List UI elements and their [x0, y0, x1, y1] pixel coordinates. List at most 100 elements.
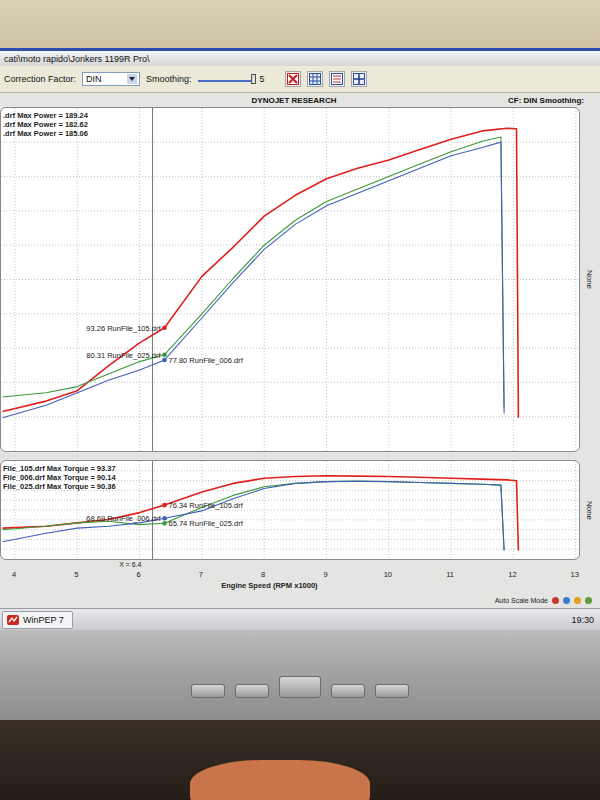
cursor-marker — [162, 352, 167, 357]
legend-entry: .drf Max Power = 189.24 — [3, 111, 89, 120]
taskbar: WinPEP 7 19:30 — [0, 608, 600, 631]
grid-line — [1, 279, 579, 280]
dropdown-arrow-icon — [127, 74, 137, 84]
grid-line — [513, 108, 514, 451]
legend-entry: .drf Max Power = 182.62 — [3, 120, 88, 129]
torque-curve — [3, 476, 519, 551]
grid-line — [1, 529, 579, 530]
marker-label: 77.80 RunFile_006.drf — [169, 356, 244, 365]
tray-dot-icon — [585, 597, 592, 604]
torque-chart: 76.34 RunFile_105.drf65.74 RunFile_025.d… — [0, 460, 580, 560]
torque-row: 76.34 RunFile_105.drf65.74 RunFile_025.d… — [0, 460, 600, 560]
correction-factor-label: Correction Factor: — [4, 74, 76, 84]
grid-line — [139, 108, 140, 451]
chart-title: DYNOJET RESEARCH — [252, 96, 337, 105]
run-list-icon — [331, 73, 343, 85]
x-axis: X = 6.445678910111213Engine Speed (RPM x… — [0, 560, 580, 592]
cursor-line[interactable] — [152, 108, 153, 451]
x-tick-label: 6 — [137, 570, 141, 579]
grid-line — [1, 313, 579, 314]
marker-label: 68.69 RunFile_006.drf — [86, 514, 161, 523]
smoothing-slider[interactable] — [198, 73, 254, 85]
x-tick-label: 7 — [199, 570, 203, 579]
grid-line — [201, 108, 202, 451]
grid-line — [513, 461, 514, 559]
grid-line — [1, 142, 579, 143]
correction-factor-select[interactable]: DIN — [82, 72, 140, 86]
cursor-line[interactable] — [152, 461, 153, 559]
monitor-button[interactable] — [235, 684, 269, 698]
monitor-screen: cati\moto rapido\Jonkers 1199R Pro\ Corre… — [0, 48, 600, 630]
grid-line — [15, 108, 16, 451]
x-tick-label: 13 — [571, 570, 579, 579]
tray-dot-icon — [574, 597, 581, 604]
tray-dot-icon — [552, 597, 559, 604]
smoothing-label: Smoothing: — [146, 74, 192, 84]
winpep-task-button[interactable]: WinPEP 7 — [2, 611, 73, 629]
marker-label: 93.26 RunFile_105.drf — [86, 324, 161, 333]
x-tick-label: 11 — [446, 570, 454, 579]
grid-line — [264, 461, 265, 559]
grid-line — [575, 108, 576, 451]
window-title: cati\moto rapido\Jonkers 1199R Pro\ — [4, 54, 149, 64]
x-axis-row: X = 6.445678910111213Engine Speed (RPM x… — [0, 560, 600, 592]
grid-table-button[interactable] — [307, 71, 323, 87]
auto-scale-mode: Auto Scale Mode — [495, 597, 548, 604]
x-tick-label: 9 — [323, 570, 327, 579]
crosshair-button[interactable] — [351, 71, 367, 87]
monitor-button[interactable] — [331, 684, 365, 698]
grid-line — [1, 210, 579, 211]
x-axis-title: Engine Speed (RPM x1000) — [221, 581, 318, 590]
toolbar: Correction Factor: DIN Smoothing: 5 — [0, 66, 600, 93]
legend-entry: .drf Max Power = 185.06 — [3, 129, 88, 138]
grid-line — [1, 510, 579, 511]
monitor-button[interactable] — [279, 676, 321, 698]
x-tick-label: 8 — [261, 570, 265, 579]
grid-line — [1, 549, 579, 550]
smoothing-track — [198, 80, 254, 82]
chart-status: CF: DIN Smoothing: — [508, 96, 584, 105]
wall-background — [0, 0, 600, 48]
winpep-task-label: WinPEP 7 — [23, 615, 64, 625]
clear-runs-button[interactable] — [285, 71, 301, 87]
smoothing-value: 5 — [260, 74, 265, 84]
grid-line — [1, 416, 579, 417]
grid-line — [1, 500, 579, 501]
cursor-marker — [162, 326, 167, 331]
monitor-button[interactable] — [375, 684, 409, 698]
power-chart: 93.26 RunFile_105.drf 80.31 RunFile_025.d… — [0, 107, 580, 452]
grid-line — [1, 539, 579, 540]
clear-runs-icon — [287, 73, 299, 85]
status-row: Auto Scale Mode — [0, 592, 600, 608]
cursor-marker — [162, 503, 167, 508]
run-list-button[interactable] — [329, 71, 345, 87]
grid-line — [451, 108, 452, 451]
grid-line — [575, 461, 576, 559]
desk-object — [190, 760, 370, 800]
grid-table-icon — [309, 73, 321, 85]
chart-header: DYNOJET RESEARCH CF: DIN Smoothing: — [0, 93, 600, 107]
legend-entry: File_006.drf Max Torque = 90.14 — [3, 473, 116, 482]
grid-line — [1, 176, 579, 177]
x-tick-label: 4 — [12, 570, 16, 579]
monitor-button[interactable] — [191, 684, 225, 698]
grid-line — [1, 245, 579, 246]
power-curve — [3, 128, 519, 417]
clock: 19:30 — [571, 615, 594, 625]
power-curve — [3, 142, 505, 418]
cursor-marker — [162, 521, 167, 526]
marker-label: 80.31 RunFile_025.drf — [86, 351, 161, 360]
marker-label: 76.34 RunFile_105.drf — [169, 501, 244, 510]
grid-line — [451, 461, 452, 559]
grid-line — [77, 108, 78, 451]
power-curve — [3, 137, 505, 407]
winpep-icon — [7, 614, 19, 626]
x-tick-label: 10 — [384, 570, 392, 579]
torque-plot: 76.34 RunFile_105.drf65.74 RunFile_025.d… — [1, 461, 579, 559]
grid-line — [139, 461, 140, 559]
grid-line — [326, 108, 327, 451]
cursor-readout: X = 6.4 — [119, 561, 141, 568]
monitor-bezel — [0, 630, 600, 720]
smoothing-thumb[interactable] — [251, 74, 256, 84]
title-bar: cati\moto rapido\Jonkers 1199R Pro\ — [0, 48, 600, 66]
